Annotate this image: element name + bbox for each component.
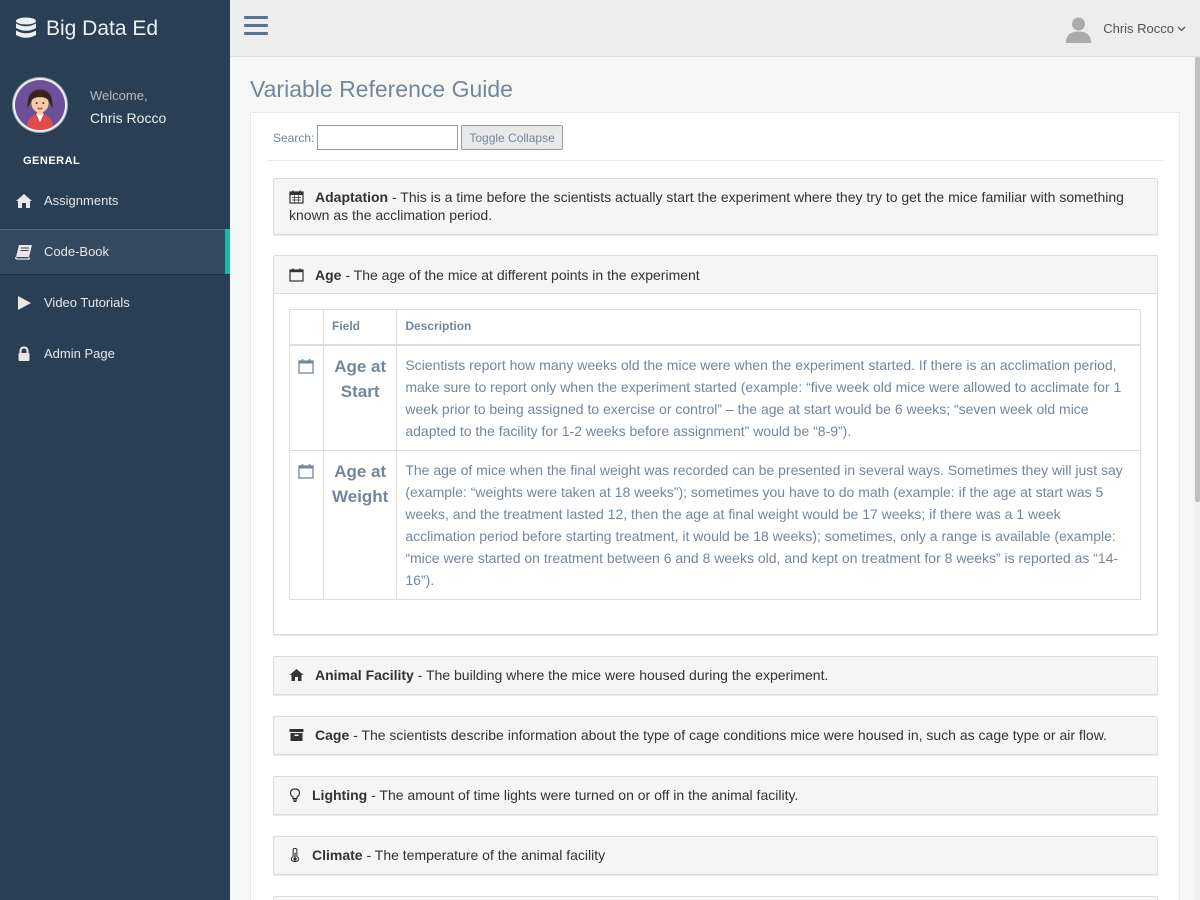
sidebar-item-label: Code-Book (44, 244, 110, 259)
field-name: Age at Weight (322, 449, 398, 600)
chevron-down-icon (1177, 26, 1186, 32)
accordion-item-cage[interactable]: Cage - The scientists describe informati… (273, 716, 1158, 755)
column-header (289, 309, 324, 346)
variable-description: - The scientists describe information ab… (349, 727, 1107, 743)
variable-name: Cage (315, 727, 350, 743)
icon-cell (289, 344, 324, 451)
sidebar-item-label: Assignments (44, 193, 119, 208)
variable-description: - This is a time before the scientists a… (289, 189, 1124, 223)
sidebar-item-label: Admin Page (44, 346, 115, 361)
avatar-image (15, 80, 65, 130)
column-header: Field (322, 309, 398, 346)
table-row: Age at Weight The age of mice when the f… (289, 449, 1141, 600)
thermometer-icon (290, 848, 300, 862)
brand[interactable]: Big Data Ed (0, 0, 230, 57)
lock-icon (15, 345, 33, 363)
page-title: Variable Reference Guide (250, 76, 513, 102)
lightbulb-icon (289, 788, 301, 802)
sidebar: Big Data Ed Welcome, Chris Rocco GENERAL (0, 0, 230, 900)
field-description: The age of mice when the final weight wa… (396, 449, 1141, 600)
accordion-header[interactable]: Animal Facility - The building where the… (274, 657, 1157, 694)
top-navbar: Chris Rocco (230, 0, 1200, 57)
variable-name: Lighting (312, 787, 368, 803)
sidebar-menu: Assignments Code-Book Video Tutorials Ad… (0, 178, 230, 382)
accordion-header[interactable]: Lighting - The amount of time lights wer… (274, 777, 1157, 814)
sidebar-item-video-tutorials[interactable]: Video Tutorials (0, 280, 230, 325)
welcome-text: Welcome, (90, 88, 148, 103)
table-row: Age at Start Scientists report how many … (289, 344, 1141, 451)
sidebar-item-label: Video Tutorials (44, 295, 130, 310)
variable-description: - The amount of time lights were turned … (367, 787, 799, 803)
database-icon (16, 17, 36, 38)
variable-description: - The age of the mice at different point… (341, 267, 700, 283)
calendar-icon (298, 463, 314, 479)
play-icon (15, 294, 33, 312)
accordion-item-next[interactable] (273, 896, 1158, 900)
field-table: Field Description Age at Start Scientist… (289, 309, 1141, 600)
variable-name: Age (315, 267, 342, 283)
accordion-item-adaptation[interactable]: Adaptation - This is a time before the s… (273, 178, 1158, 235)
accordion-item-animal-facility[interactable]: Animal Facility - The building where the… (273, 656, 1158, 695)
accordion-header[interactable]: Age - The age of the mice at different p… (274, 256, 1157, 294)
variable-description: - The building where the mice were house… (413, 667, 829, 683)
profile-name: Chris Rocco (90, 110, 167, 126)
sidebar-item-admin-page[interactable]: Admin Page (0, 331, 230, 376)
content-panel: Search: Toggle Collapse Adaptation - Thi… (250, 112, 1180, 900)
accordion-header[interactable]: Climate - The temperature of the animal … (274, 837, 1157, 874)
icon-cell (289, 449, 324, 600)
user-avatar-icon (1066, 17, 1092, 43)
brand-name: Big Data Ed (46, 16, 159, 40)
page-scrollbar[interactable] (1194, 57, 1200, 900)
home-icon (289, 669, 304, 681)
home-icon (15, 192, 33, 210)
field-description: Scientists report how many weeks old the… (396, 344, 1141, 451)
search-label: Search: (273, 130, 315, 145)
sidebar-item-assignments[interactable]: Assignments (0, 178, 230, 223)
menu-toggle-button[interactable] (244, 16, 268, 40)
scrollbar-thumb[interactable] (1195, 57, 1200, 502)
archive-icon (289, 729, 304, 741)
variable-name: Adaptation (315, 189, 389, 205)
accordion-item-age[interactable]: Age - The age of the mice at different p… (273, 255, 1158, 635)
book-icon (15, 243, 33, 261)
variable-description: - The temperature of the animal facility (362, 847, 606, 863)
user-dropdown[interactable]: Chris Rocco (1064, 14, 1186, 43)
user-name: Chris Rocco (1103, 21, 1174, 36)
calendar-icon (289, 190, 304, 204)
accordion-header[interactable]: Cage - The scientists describe informati… (274, 717, 1157, 754)
search-input[interactable] (317, 125, 459, 150)
variable-name: Animal Facility (315, 667, 414, 683)
calendar-icon (298, 358, 314, 374)
column-header: Description (396, 309, 1141, 346)
accordion-header[interactable]: Adaptation - This is a time before the s… (274, 179, 1157, 234)
menu-section-title: GENERAL (23, 155, 81, 167)
toggle-collapse-button[interactable]: Toggle Collapse (461, 125, 563, 150)
calendar-icon (289, 268, 304, 282)
variable-name: Climate (312, 847, 363, 863)
field-name: Age at Start (322, 344, 398, 451)
hamburger-icon (244, 16, 268, 19)
table-header-row: Field Description (289, 309, 1141, 346)
sidebar-item-code-book[interactable]: Code-Book (0, 229, 230, 274)
divider (268, 160, 1163, 161)
avatar[interactable] (12, 77, 68, 133)
accordion-item-climate[interactable]: Climate - The temperature of the animal … (273, 836, 1158, 875)
accordion-item-lighting[interactable]: Lighting - The amount of time lights wer… (273, 776, 1158, 815)
search-bar: Search: Toggle Collapse (273, 125, 563, 150)
